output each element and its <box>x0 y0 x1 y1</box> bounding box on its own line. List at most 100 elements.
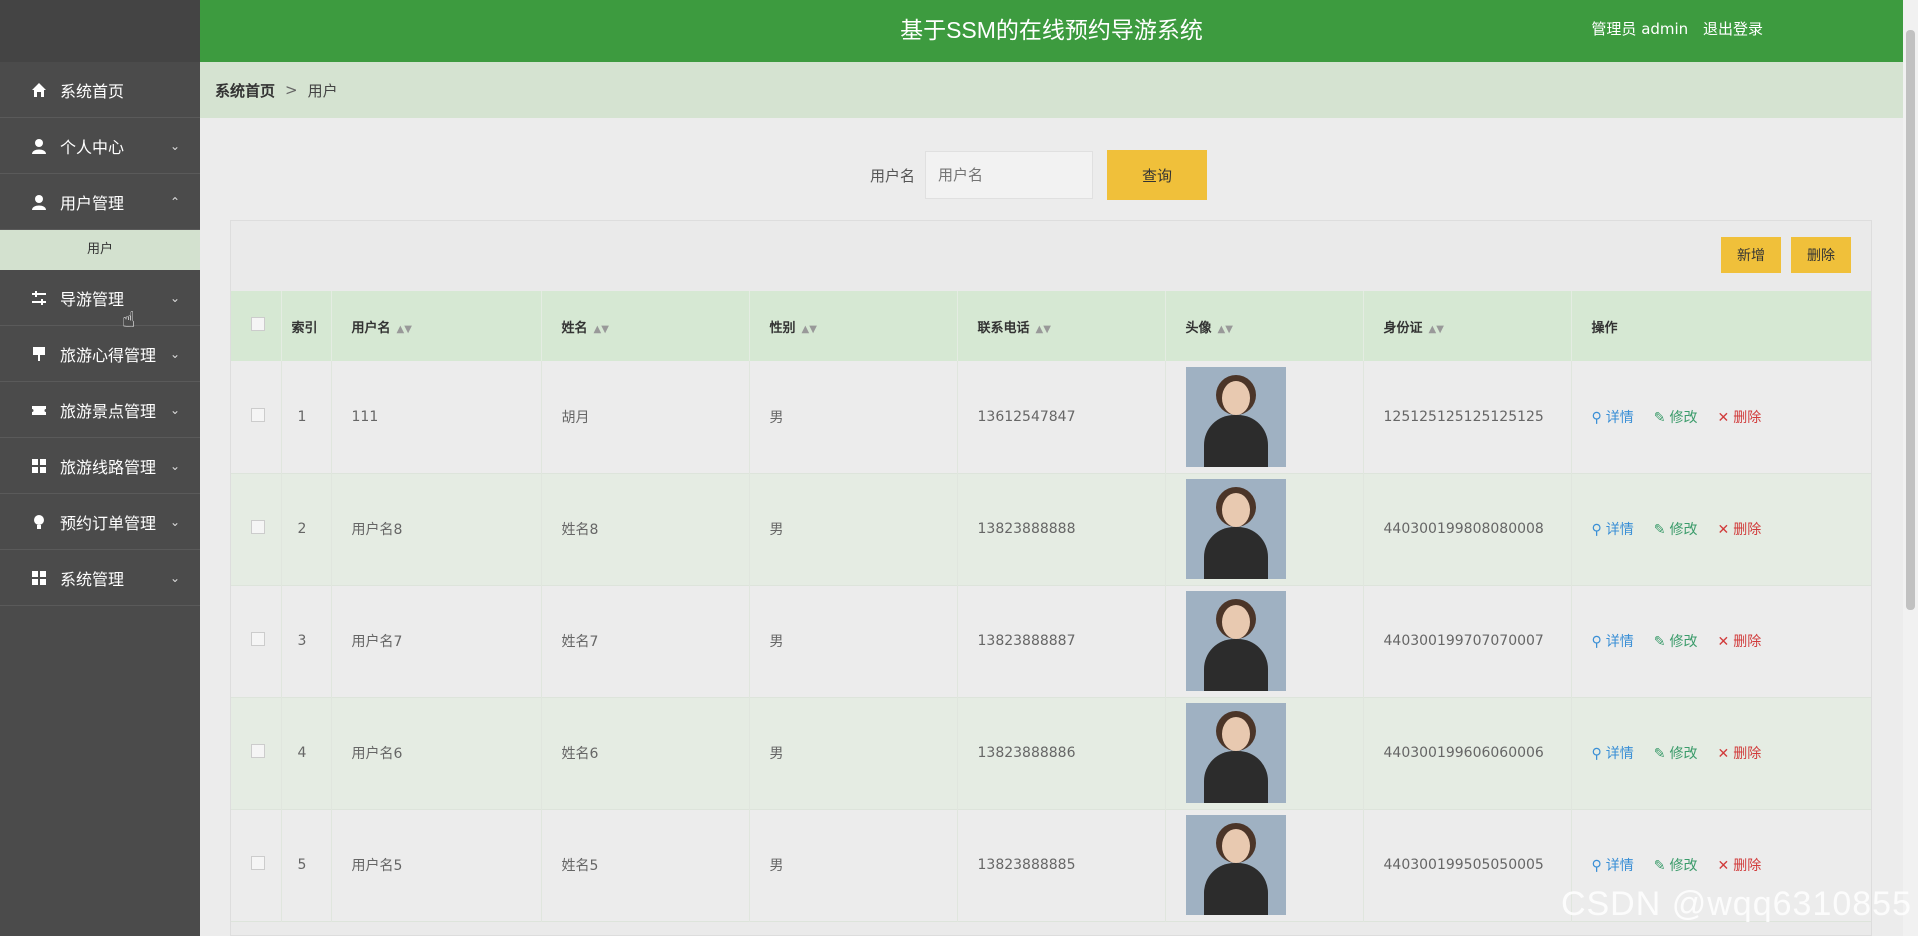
sidebar-item-label: 旅游景点管理 <box>60 401 157 421</box>
table-row: 1 111 胡月男 13612547847 125125125125125125 ⚲ 详情 ✎… <box>231 361 1871 473</box>
row-index: 5 <box>281 809 332 921</box>
row-index: 1 <box>281 361 332 473</box>
row-id-card: 440300199505050005 <box>1363 809 1572 921</box>
search-bar: 用户名 查询 <box>870 150 1208 200</box>
table-actions: 新增 删除 <box>1721 237 1851 273</box>
flag-icon <box>30 345 48 363</box>
select-all-header[interactable] <box>231 291 282 361</box>
edit-button[interactable]: ✎ 修改 <box>1654 746 1698 762</box>
scrollbar-thumb[interactable] <box>1906 30 1915 610</box>
sidebar-item-booking-orders[interactable]: 预约订单管理 ⌄ <box>0 494 200 550</box>
row-id-card: 440300199707070007 <box>1363 585 1572 697</box>
avatar-face <box>1221 717 1250 751</box>
sidebar-item-home[interactable]: 系统首页 <box>0 62 200 118</box>
sort-icon[interactable]: ▲▼ <box>1429 324 1444 335</box>
detail-button[interactable]: ⚲ 详情 <box>1592 410 1634 426</box>
sidebar-item-label: 系统首页 <box>60 81 125 101</box>
select-all-checkbox[interactable] <box>251 317 265 331</box>
sidebar-item-travel-notes[interactable]: 旅游心得管理 ⌄ <box>0 326 200 382</box>
detail-button[interactable]: ⚲ 详情 <box>1592 634 1634 650</box>
row-checkbox[interactable] <box>251 856 265 870</box>
detail-button[interactable]: ⚲ 详情 <box>1592 522 1634 538</box>
row-checkbox[interactable] <box>251 632 265 646</box>
breadcrumb-home[interactable]: 系统首页 <box>215 80 275 101</box>
edit-icon: ✎ <box>1653 746 1666 762</box>
sidebar-item-label: 系统管理 <box>60 569 125 589</box>
add-button[interactable]: 新增 <box>1721 237 1781 273</box>
search-icon: ⚲ <box>1591 746 1602 762</box>
row-gender: 男 <box>749 809 958 921</box>
delete-button[interactable]: ✕ 删除 <box>1718 746 1762 762</box>
grid-icon <box>30 569 48 587</box>
sidebar-item-travel-routes[interactable]: 旅游线路管理 ⌄ <box>0 438 200 494</box>
home-icon <box>30 81 48 99</box>
delete-button[interactable]: ✕ 删除 <box>1718 522 1762 538</box>
sidebar-item-scenic-spots[interactable]: 旅游景点管理 ⌄ <box>0 382 200 438</box>
detail-button[interactable]: ⚲ 详情 <box>1592 746 1634 762</box>
edit-button[interactable]: ✎ 修改 <box>1654 634 1698 650</box>
detail-label: 详情 <box>1605 522 1634 538</box>
row-actions: ⚲ 详情 ✎ 修改 ✕ 删除 <box>1571 585 1871 697</box>
sidebar-header <box>0 0 200 62</box>
user-manage-icon <box>30 193 48 211</box>
sidebar-item-label: 用户管理 <box>60 193 125 213</box>
breadcrumb-current: 用户 <box>307 81 338 100</box>
detail-button[interactable]: ⚲ 详情 <box>1592 858 1634 874</box>
col-id-card[interactable]: 身份证 ▲▼ <box>1363 291 1572 361</box>
sort-icon[interactable]: ▲▼ <box>1218 324 1233 335</box>
col-id-card-label: 身份证 <box>1383 320 1423 336</box>
row-phone: 13612547847 <box>957 361 1166 473</box>
edit-icon: ✎ <box>1653 634 1666 650</box>
row-username: 用户名6 <box>331 697 542 809</box>
col-gender[interactable]: 性别 ▲▼ <box>749 291 958 361</box>
chevron-down-icon: ⌄ <box>169 346 180 361</box>
logout-link[interactable]: 退出登录 <box>1703 20 1763 38</box>
row-checkbox[interactable] <box>251 407 265 422</box>
username-search-input[interactable] <box>925 151 1094 199</box>
table-row: 2 用户名8 姓名8 男 13823888888 440300199808080008 ⚲ 详… <box>231 473 1871 585</box>
col-username[interactable]: 用户名 ▲▼ <box>331 291 542 361</box>
sidebar-subitem-user[interactable]: 用户 <box>0 230 200 270</box>
row-avatar-cell <box>1165 809 1364 921</box>
col-name[interactable]: 姓名 ▲▼ <box>541 291 750 361</box>
query-button[interactable]: 查询 <box>1107 150 1208 200</box>
row-actions: ⚲ 详情 ✎ 修改 ✕ 删除 <box>1571 473 1871 585</box>
batch-delete-button[interactable]: 删除 <box>1791 237 1851 273</box>
avatar-face <box>1221 829 1250 863</box>
delete-button[interactable]: ✕ 删除 <box>1718 410 1762 426</box>
row-select-cell[interactable] <box>231 809 282 921</box>
sort-icon[interactable]: ▲▼ <box>397 324 412 335</box>
col-avatar[interactable]: 头像 ▲▼ <box>1165 291 1364 361</box>
row-checkbox[interactable] <box>251 744 265 758</box>
row-actions: ⚲ 详情 ✎ 修改 ✕ 删除 <box>1571 697 1871 809</box>
sort-icon[interactable]: ▲▼ <box>1036 324 1051 335</box>
delete-label: 删除 <box>1733 522 1762 538</box>
hand-cursor-icon: ☝ <box>122 308 136 333</box>
col-phone[interactable]: 联系电话 ▲▼ <box>957 291 1166 361</box>
sort-icon[interactable]: ▲▼ <box>594 324 609 335</box>
avatar <box>1185 591 1286 691</box>
edit-button[interactable]: ✎ 修改 <box>1654 522 1698 538</box>
sidebar-item-personal-center[interactable]: 个人中心 ⌄ <box>0 118 200 174</box>
sidebar-item-system-management[interactable]: 系统管理 ⌄ <box>0 550 200 606</box>
page-scrollbar[interactable] <box>1903 0 1918 936</box>
delete-button[interactable]: ✕ 删除 <box>1718 634 1762 650</box>
row-select-cell[interactable] <box>231 473 282 585</box>
delete-button[interactable]: ✕ 删除 <box>1718 858 1762 874</box>
row-select-cell[interactable] <box>231 697 282 809</box>
row-select-cell[interactable] <box>231 585 282 697</box>
row-checkbox[interactable] <box>251 520 265 534</box>
row-name: 姓名8 <box>541 473 750 585</box>
row-select-cell[interactable] <box>231 361 282 473</box>
sidebar-item-user-management[interactable]: 用户管理 ⌃ <box>0 174 200 230</box>
edit-button[interactable]: ✎ 修改 <box>1654 858 1698 874</box>
avatar-body <box>1203 527 1268 579</box>
sidebar-item-label: 个人中心 <box>60 137 125 157</box>
avatar-face <box>1221 605 1250 639</box>
close-icon: ✕ <box>1717 858 1730 874</box>
sort-icon[interactable]: ▲▼ <box>802 324 817 335</box>
sidebar-item-guide-management[interactable]: 导游管理 ⌄ <box>0 270 200 326</box>
chevron-down-icon: ⌄ <box>169 458 180 473</box>
edit-button[interactable]: ✎ 修改 <box>1654 410 1698 426</box>
col-phone-label: 联系电话 <box>977 320 1030 336</box>
